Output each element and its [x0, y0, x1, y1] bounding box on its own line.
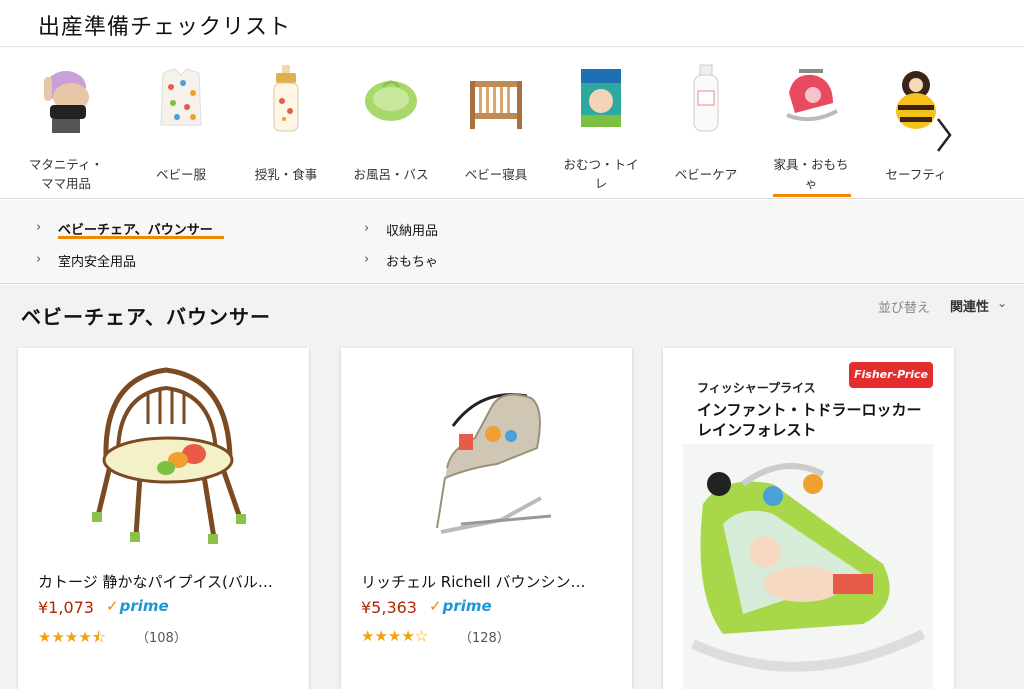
category-label: 家具・おもち — [773, 157, 849, 172]
prime-check-icon: ✓ — [429, 597, 442, 615]
category-label: セーフティ — [885, 167, 947, 182]
product-name-line: レインフォレスト — [697, 421, 817, 439]
category-carousel: マタニティ・ ママ用品 ベビー服 授乳・食事 お風呂・バス ベビー寝具 おむつ・… — [0, 47, 1024, 199]
category-maternity[interactable]: マタニティ・ ママ用品 — [16, 47, 116, 199]
page-header: 出産準備チェックリスト — [0, 0, 1024, 47]
fisher-price-logo: Fisher-Price — [849, 362, 933, 388]
category-label: おむつ・トイ — [563, 157, 639, 172]
sort-label: 並び替え — [878, 301, 931, 316]
product-brand: フィッシャープライス — [697, 381, 816, 395]
sort-dropdown[interactable]: 関連性 — [950, 296, 989, 315]
product-title[interactable]: リッチェル Richell バウンシン… — [361, 571, 623, 592]
baby-bath-icon — [365, 80, 417, 121]
bouncer-icon — [786, 69, 838, 122]
product-card[interactable]: カトージ 静かなパイプイス(バル… ¥1,073 ✓prime ★★★★⯪ （1… — [18, 348, 309, 689]
subcategory-nav — [0, 200, 1024, 284]
page-title: 出産準備チェックリスト — [38, 15, 292, 40]
category-baby-care[interactable]: ベビーケア — [656, 47, 756, 199]
chevron-right-icon: › — [36, 252, 42, 267]
baby-bottle-icon — [273, 65, 299, 132]
chevron-right-icon: › — [364, 252, 370, 267]
category-bedding[interactable]: ベビー寝具 — [446, 47, 546, 199]
maternity-belt-icon — [44, 71, 89, 133]
product-card[interactable]: Fisher-Price フィッシャープライス インファント・トドラーロッカー … — [663, 348, 954, 689]
prime-badge: ✓prime — [429, 597, 492, 615]
product-name-line: インファント・トドラーロッカー — [697, 401, 922, 419]
review-count[interactable]: （128） — [459, 627, 510, 646]
subcategory-label: 室内安全用品 — [58, 255, 137, 270]
category-label: 授乳・食事 — [254, 167, 318, 182]
category-label: レ — [594, 176, 608, 191]
chevron-down-icon[interactable]: ⌄ — [997, 296, 1007, 310]
prime-badge: ✓prime — [106, 597, 169, 615]
category-label: マタニティ・ — [28, 157, 104, 172]
category-feeding[interactable]: 授乳・食事 — [236, 47, 336, 199]
category-label: お風呂・バス — [353, 167, 429, 182]
rating-stars[interactable]: ★★★★⯪ — [38, 627, 106, 652]
category-furniture-toys[interactable]: 家具・おもち ゃ — [761, 47, 861, 199]
category-label: ゃ — [804, 176, 818, 191]
product-title[interactable]: カトージ 静かなパイプイス(バル… — [38, 571, 300, 592]
prime-label: prime — [442, 597, 492, 615]
diaper-pack-icon — [581, 69, 621, 127]
baby-bouncer-image — [436, 393, 552, 534]
category-baby-clothes[interactable]: ベビー服 — [131, 47, 231, 199]
category-label: ベビーケア — [674, 167, 738, 182]
category-label: ベビー寝具 — [464, 167, 528, 182]
chevron-right-icon: › — [364, 221, 370, 236]
review-count[interactable]: （108） — [136, 627, 187, 646]
product-card[interactable]: リッチェル Richell バウンシン… ¥5,363 ✓prime ★★★★☆… — [341, 348, 632, 689]
prime-label: prime — [119, 597, 169, 615]
product-price: ¥1,073 — [38, 598, 94, 617]
fisher-price-rocker-image — [683, 444, 933, 689]
category-bath[interactable]: お風呂・バス — [341, 47, 441, 199]
chevron-right-icon: › — [36, 220, 42, 235]
category-label: ベビー服 — [155, 167, 206, 182]
carousel-next-icon[interactable] — [932, 115, 956, 155]
baby-clothes-icon — [160, 68, 202, 126]
lotion-bottle-icon — [693, 64, 719, 132]
subcategory-active-underline — [58, 236, 224, 239]
category-selected-underline — [773, 194, 851, 197]
product-price: ¥5,363 — [361, 598, 417, 617]
crib-icon — [470, 81, 522, 129]
rating-stars[interactable]: ★★★★☆ — [361, 627, 428, 645]
prime-check-icon: ✓ — [106, 597, 119, 615]
subcategory-label: おもちゃ — [386, 255, 439, 270]
category-label: ママ用品 — [40, 176, 91, 191]
subcategory-label: 収納用品 — [386, 224, 439, 239]
category-diapers[interactable]: おむつ・トイ レ — [551, 47, 651, 199]
baby-pipe-chair-image — [92, 367, 246, 544]
results-title: ベビーチェア、バウンサー — [21, 305, 271, 329]
